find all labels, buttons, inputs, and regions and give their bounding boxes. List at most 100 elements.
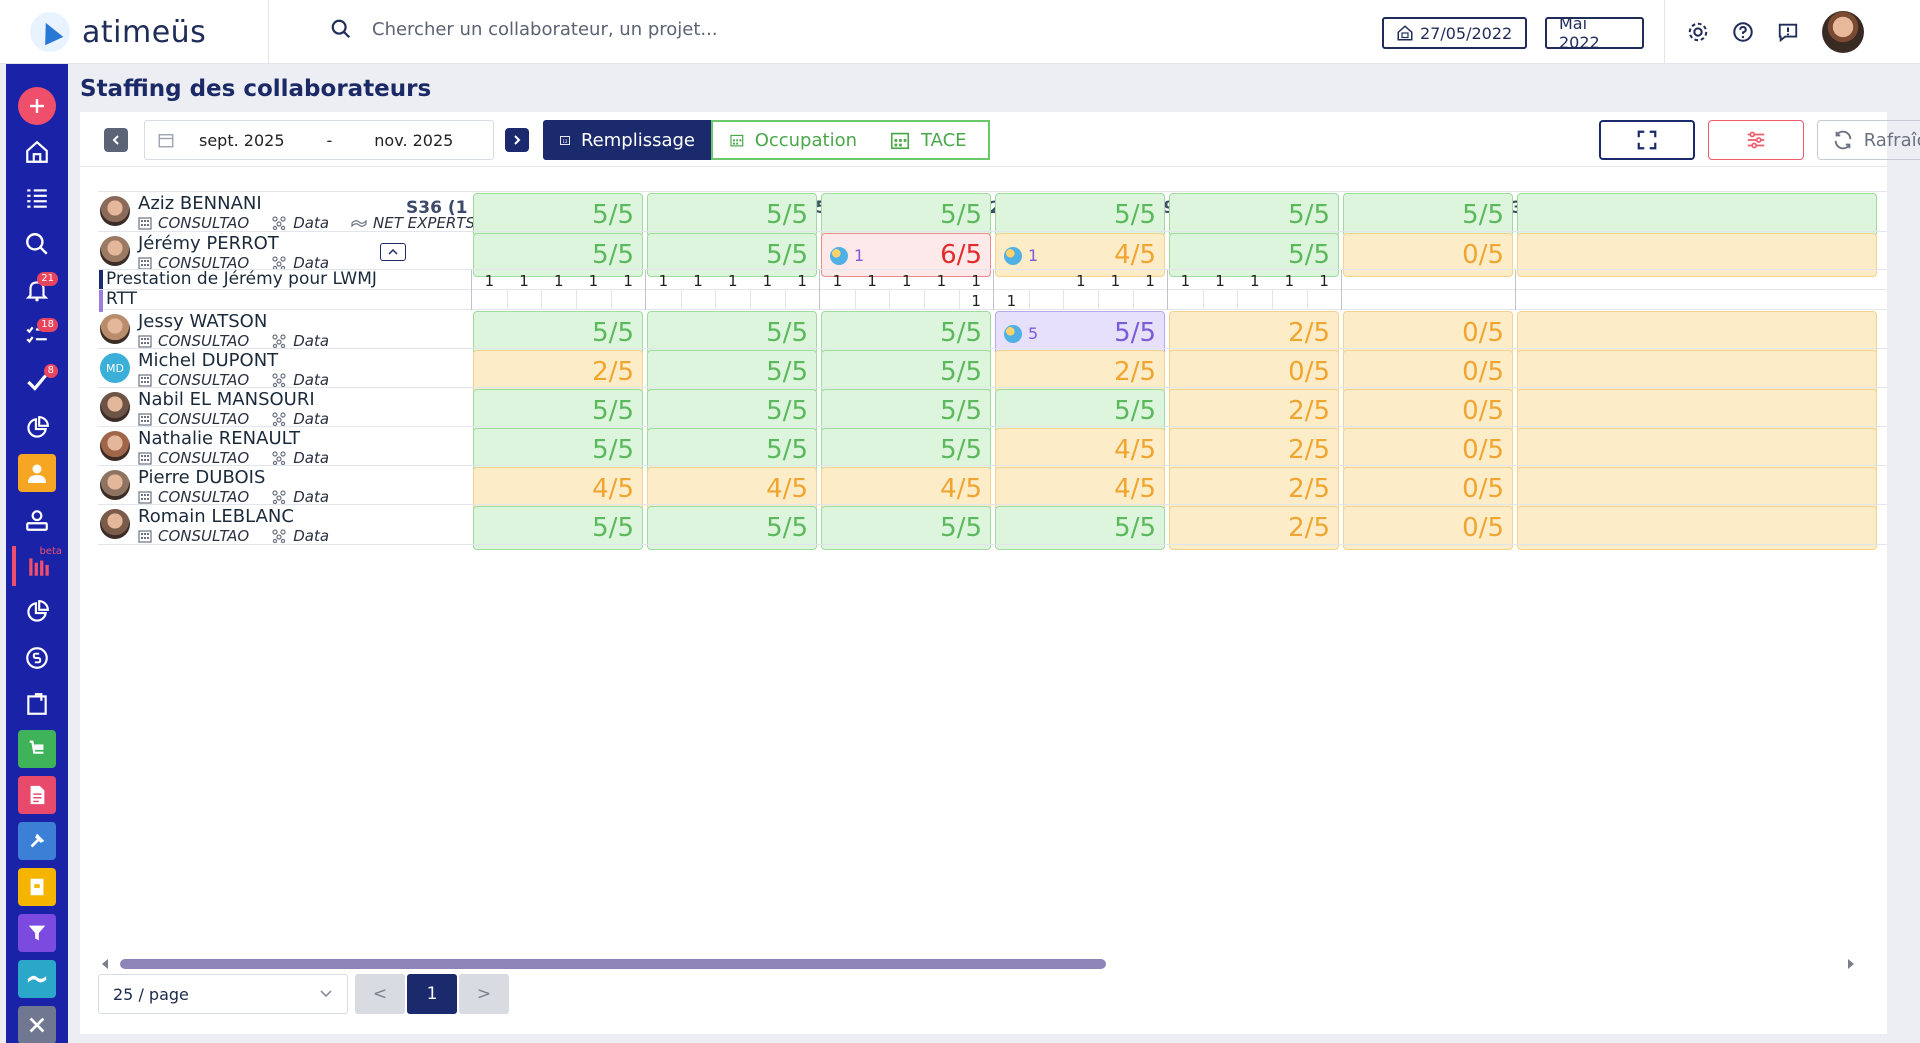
- current-date-button[interactable]: 27/05/2022: [1382, 17, 1527, 49]
- tab-remplissage[interactable]: 12 Remplissage: [543, 120, 711, 160]
- person-avatar[interactable]: MD: [100, 353, 130, 383]
- previous-period-button[interactable]: [104, 128, 128, 152]
- sidebar-item-partners[interactable]: [18, 960, 56, 998]
- feedback-icon[interactable]: [1776, 20, 1800, 44]
- funnel-icon: [28, 925, 46, 941]
- user-avatar[interactable]: [1822, 11, 1864, 53]
- sidebar-item-home[interactable]: [12, 132, 62, 172]
- sidebar-item-filters[interactable]: [18, 914, 56, 952]
- person-name[interactable]: Romain LEBLANC: [138, 506, 294, 527]
- day-cell[interactable]: [1307, 290, 1342, 313]
- person-avatar[interactable]: [100, 314, 130, 344]
- person-avatar[interactable]: [100, 470, 130, 500]
- day-cell[interactable]: 1: [994, 290, 1029, 313]
- person-avatar[interactable]: [100, 196, 130, 226]
- scroll-left-icon[interactable]: [100, 958, 110, 970]
- sidebar-item-list[interactable]: [12, 178, 62, 218]
- app-logo[interactable]: atimeüs: [30, 12, 206, 52]
- current-month-button[interactable]: Mai 2022: [1545, 14, 1644, 52]
- person-name[interactable]: Michel DUPONT: [138, 350, 278, 371]
- person-name[interactable]: Aziz BENNANI: [138, 193, 262, 214]
- filter-settings-button[interactable]: [1708, 120, 1804, 160]
- tab-tace[interactable]: TACE: [873, 120, 990, 160]
- tab-occupation[interactable]: Occupation: [711, 120, 875, 160]
- person-name[interactable]: Nabil EL MANSOURI: [138, 389, 315, 410]
- person-avatar[interactable]: [100, 236, 130, 266]
- date-range-picker[interactable]: sept. 2025 - nov. 2025: [144, 120, 494, 160]
- scrollbar-thumb[interactable]: [120, 959, 1106, 969]
- sidebar-item-notifications[interactable]: 21: [12, 270, 62, 310]
- day-cell[interactable]: [1203, 290, 1238, 313]
- current-page-button[interactable]: 1: [407, 974, 457, 1014]
- sidebar-item-search[interactable]: [12, 224, 62, 264]
- day-cell[interactable]: [1168, 290, 1203, 313]
- sidebar-item-validations[interactable]: 8: [12, 362, 62, 402]
- day-cell[interactable]: [541, 290, 576, 313]
- day-cell[interactable]: [472, 290, 507, 313]
- day-cell[interactable]: [889, 290, 924, 313]
- day-cell[interactable]: [576, 290, 611, 313]
- search-bar[interactable]: Chercher un collaborateur, un projet...: [330, 18, 718, 40]
- day-cell[interactable]: [1237, 290, 1272, 313]
- sidebar-item-expenses[interactable]: [18, 730, 56, 768]
- sidebar-item-tools[interactable]: [18, 1006, 56, 1043]
- sidebar-item-staffing[interactable]: beta: [12, 546, 62, 586]
- page-size-select[interactable]: 25 / page: [98, 974, 348, 1014]
- day-cell[interactable]: [1098, 290, 1133, 313]
- cell-value: 5/5: [940, 357, 982, 387]
- person-avatar[interactable]: [100, 431, 130, 461]
- person-row[interactable]: Romain LEBLANC CONSULTAO Data: [100, 506, 480, 552]
- day-cell[interactable]: [611, 290, 646, 313]
- person-name[interactable]: Pierre DUBOIS: [138, 467, 265, 488]
- sidebar-item-analytics[interactable]: [12, 592, 62, 632]
- range-start[interactable]: sept. 2025: [199, 131, 285, 150]
- sidebar-item-finance[interactable]: [12, 638, 62, 678]
- help-icon[interactable]: [1731, 20, 1755, 44]
- sidebar-item-hr[interactable]: [18, 868, 56, 906]
- add-button[interactable]: [12, 86, 62, 126]
- day-cell[interactable]: [820, 290, 855, 313]
- sidebar-item-projects[interactable]: [18, 822, 56, 860]
- previous-page-button[interactable]: <: [355, 974, 405, 1014]
- absence-count: 1: [1028, 246, 1039, 265]
- sidebar-item-documents[interactable]: [18, 776, 56, 814]
- day-cell[interactable]: [1272, 290, 1307, 313]
- day-cell[interactable]: [1063, 290, 1098, 313]
- horizontal-scrollbar[interactable]: [102, 959, 1854, 969]
- staffing-cell[interactable]: [1517, 233, 1877, 277]
- day-cell[interactable]: [855, 290, 890, 313]
- next-period-button[interactable]: [505, 128, 529, 152]
- range-end[interactable]: nov. 2025: [374, 131, 453, 150]
- day-cell[interactable]: [785, 290, 820, 313]
- person-avatar[interactable]: [100, 392, 130, 422]
- settings-gear-icon[interactable]: [1686, 20, 1710, 44]
- search-input[interactable]: Chercher un collaborateur, un projet...: [372, 19, 718, 40]
- day-cell[interactable]: 1: [959, 290, 994, 313]
- sidebar-item-tasks[interactable]: 18: [12, 316, 62, 356]
- person-avatar[interactable]: [100, 509, 130, 539]
- day-cell[interactable]: [750, 290, 785, 313]
- refresh-button[interactable]: Rafraîchir: [1817, 120, 1920, 160]
- day-cell[interactable]: [924, 290, 959, 313]
- sidebar-item-planning[interactable]: [12, 684, 62, 724]
- day-cell[interactable]: [507, 290, 542, 313]
- cell-value: 5/5: [1114, 396, 1156, 426]
- cell-value: 5/5: [766, 396, 808, 426]
- day-cell[interactable]: [646, 290, 681, 313]
- day-cell[interactable]: [1133, 290, 1168, 313]
- next-page-button[interactable]: >: [459, 974, 509, 1014]
- person-name[interactable]: Jessy WATSON: [138, 311, 267, 332]
- scroll-right-icon[interactable]: [1846, 958, 1856, 970]
- sidebar-item-users[interactable]: [12, 500, 62, 540]
- sidebar-item-reports[interactable]: [12, 408, 62, 448]
- staffing-cell[interactable]: 0/5: [1343, 233, 1513, 277]
- day-cell[interactable]: [681, 290, 716, 313]
- person-name[interactable]: Jérémy PERROT: [138, 233, 279, 254]
- sidebar-item-profile[interactable]: [18, 454, 56, 492]
- collapse-toggle[interactable]: [380, 243, 406, 261]
- day-cell[interactable]: [715, 290, 750, 313]
- day-cell[interactable]: [1029, 290, 1064, 313]
- person-name[interactable]: Nathalie RENAULT: [138, 428, 300, 449]
- fullscreen-button[interactable]: [1599, 120, 1695, 160]
- home-icon: [26, 140, 48, 163]
